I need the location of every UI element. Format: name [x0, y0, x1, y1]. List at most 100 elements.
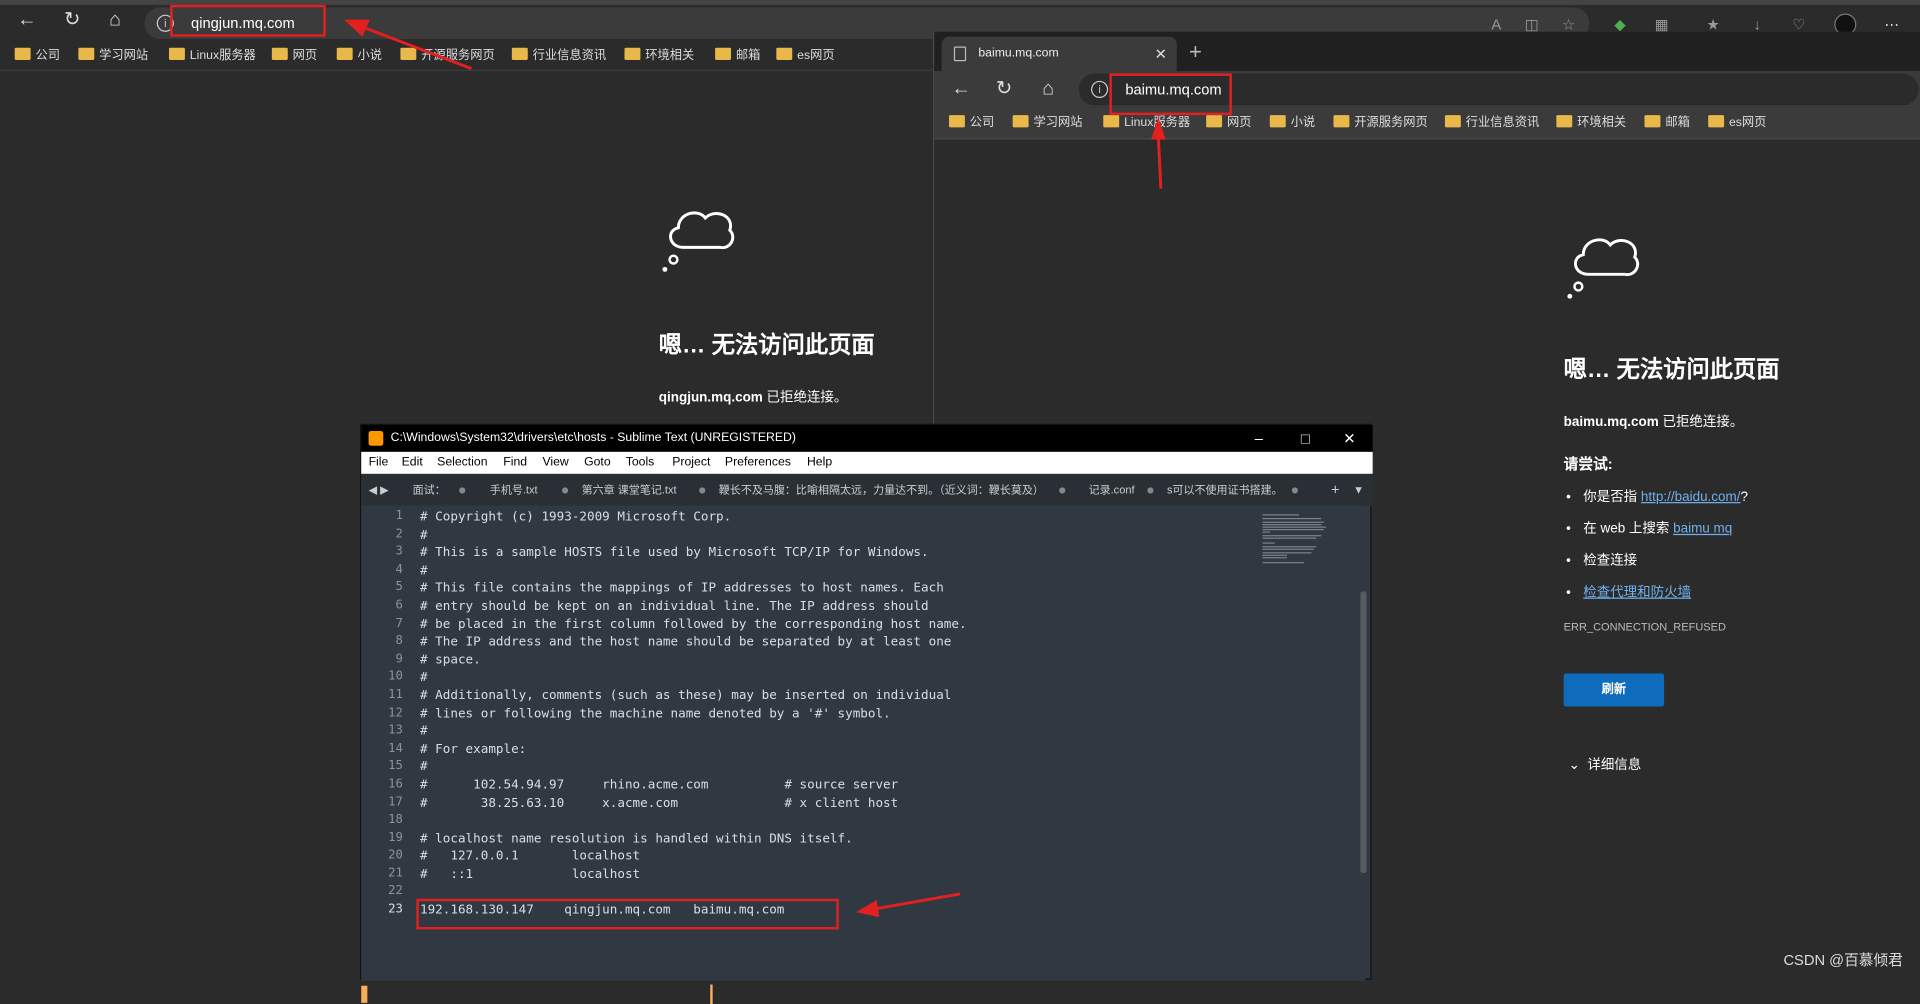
details-toggle[interactable]: ⌄ 详细信息: [1569, 754, 1642, 774]
code-line[interactable]: # 102.54.94.97 rhino.acme.com # source s…: [420, 776, 967, 794]
code-line[interactable]: #: [420, 669, 967, 687]
bookmark-folder[interactable]: 环境相关: [624, 47, 694, 67]
code-line[interactable]: # This file contains the mappings of IP …: [420, 580, 967, 598]
menu-selection[interactable]: Selection: [437, 452, 487, 474]
read-aloud-icon[interactable]: A: [1488, 16, 1505, 33]
bookmark-folder[interactable]: 网页: [271, 47, 317, 67]
bookmark-folder[interactable]: Linux服务器: [1103, 114, 1190, 134]
editor-tab[interactable]: 手机号.txt: [490, 474, 538, 506]
bookmark-folder[interactable]: 邮箱: [1644, 114, 1690, 134]
code-line[interactable]: # be placed in the first column followed…: [420, 615, 967, 633]
bookmark-folder[interactable]: es网页: [1708, 114, 1766, 134]
bookmark-folder[interactable]: 小说: [1269, 114, 1315, 134]
code-line[interactable]: # lines or following the machine name de…: [420, 705, 967, 723]
bookmark-folder[interactable]: 网页: [1206, 114, 1251, 134]
suggestion-link-baidu[interactable]: http://baidu.com/: [1641, 490, 1741, 505]
code-line[interactable]: # space.: [420, 651, 967, 669]
suggestion-link-proxy[interactable]: 检查代理和防火墙: [1583, 585, 1691, 600]
back-icon[interactable]: ←: [945, 73, 977, 105]
code-line[interactable]: #: [420, 526, 967, 544]
folder-icon: [1444, 115, 1461, 128]
csdn-watermark: CSDN @百慕倾君: [1783, 951, 1903, 969]
menu-project[interactable]: Project: [672, 452, 710, 474]
bookmark-folder[interactable]: 邮箱: [715, 47, 760, 67]
menu-file[interactable]: File: [369, 452, 389, 474]
bookmark-folder[interactable]: 环境相关: [1556, 114, 1626, 134]
code-line[interactable]: # Additionally, comments (such as these)…: [420, 687, 967, 705]
bookmark-folder[interactable]: 行业信息资讯: [1444, 114, 1539, 134]
editor-tab[interactable]: 面试：: [413, 474, 446, 506]
menu-tools[interactable]: Tools: [626, 452, 655, 474]
extensions-icon[interactable]: ▦: [1653, 16, 1670, 33]
code-line[interactable]: # Copyright (c) 1993-2009 Microsoft Corp…: [420, 508, 967, 526]
tab-list-icon[interactable]: ▼: [1353, 474, 1364, 506]
bookmark-folder[interactable]: 学习网站: [78, 47, 148, 67]
code-line[interactable]: # 127.0.0.1 localhost: [420, 848, 967, 866]
shield-icon[interactable]: ◆: [1611, 16, 1628, 33]
code-line[interactable]: # For example:: [420, 740, 967, 758]
unsaved-dot-icon: [1059, 487, 1066, 494]
new-tab-icon[interactable]: +: [1331, 474, 1340, 506]
line-number: 1: [395, 509, 403, 523]
vertical-scrollbar[interactable]: [1360, 591, 1367, 874]
favorites-icon[interactable]: ★: [1705, 16, 1722, 33]
maximize-icon[interactable]: □: [1282, 425, 1329, 452]
code-line[interactable]: [420, 812, 967, 830]
code-area[interactable]: # Copyright (c) 1993-2009 Microsoft Corp…: [420, 508, 967, 919]
menu-goto[interactable]: Goto: [584, 452, 611, 474]
editor-tab[interactable]: s可以不使用证书搭建。: [1167, 474, 1289, 506]
editor-tab[interactable]: 鞭长不及马腹：比喻相隔太远，力量达不到。（近义词：鞭长莫及）: [719, 474, 1044, 506]
refresh-button[interactable]: 刷新: [1563, 673, 1665, 707]
back-icon[interactable]: ←: [11, 5, 43, 37]
more-menu-icon[interactable]: ⋯: [1883, 16, 1900, 33]
right-error-box: 嗯… 无法访问此页面 baimu.mq.com 已拒绝连接。 请尝试: 你是否指…: [1564, 230, 1780, 633]
minimap[interactable]: [1262, 513, 1331, 567]
bookmark-folder[interactable]: 公司: [948, 114, 994, 134]
suggestion-link-search[interactable]: baimu mq: [1673, 522, 1732, 537]
downloads-icon[interactable]: ↓: [1749, 16, 1766, 33]
menu-edit[interactable]: Edit: [402, 452, 423, 474]
code-line[interactable]: # entry should be kept on an individual …: [420, 598, 967, 616]
code-line[interactable]: # localhost name resolution is handled w…: [420, 830, 967, 848]
close-icon[interactable]: ✕: [1326, 425, 1373, 452]
new-tab-icon[interactable]: +: [1189, 37, 1202, 66]
close-tab-icon[interactable]: ✕: [1155, 37, 1167, 71]
menu-find[interactable]: Find: [503, 452, 527, 474]
sublime-app-icon: [368, 431, 384, 446]
menu-view[interactable]: View: [542, 452, 568, 474]
code-line[interactable]: # 38.25.63.10 x.acme.com # x client host: [420, 794, 967, 812]
line-number: 16: [388, 777, 403, 791]
bookmark-folder[interactable]: 行业信息资讯: [511, 47, 606, 67]
code-line[interactable]: # This is a sample HOSTS file used by Mi…: [420, 544, 967, 562]
code-line[interactable]: #: [420, 758, 967, 776]
bookmark-folder[interactable]: Linux服务器: [168, 47, 256, 67]
refresh-icon[interactable]: ↻: [988, 73, 1020, 105]
split-screen-icon[interactable]: ◫: [1523, 16, 1540, 33]
code-line[interactable]: #: [420, 562, 967, 580]
right-error-description: baimu.mq.com 已拒绝连接。: [1563, 415, 1744, 430]
minimize-icon[interactable]: –: [1236, 425, 1283, 452]
home-icon[interactable]: ⌂: [1032, 73, 1064, 105]
bookmark-folder[interactable]: 学习网站: [1012, 114, 1082, 134]
bookmark-folder[interactable]: es网页: [776, 47, 835, 67]
menu-preferences[interactable]: Preferences: [725, 452, 791, 474]
editor-tab[interactable]: 第六章 课堂笔记.txt: [582, 474, 677, 506]
folder-icon: [1103, 115, 1120, 128]
bookmark-folder[interactable]: 小说: [336, 47, 382, 67]
folder-icon: [168, 47, 185, 61]
favorite-star-icon[interactable]: ☆: [1560, 16, 1577, 33]
home-icon[interactable]: ⌂: [99, 5, 131, 37]
editor-tab[interactable]: 记录.conf: [1089, 474, 1135, 506]
browser-tab[interactable]: baimu.mq.com ✕: [941, 36, 1177, 72]
refresh-icon[interactable]: ↻: [56, 5, 88, 37]
bookmark-folder[interactable]: 公司: [14, 47, 60, 67]
code-line[interactable]: # ::1 localhost: [420, 866, 967, 884]
code-line[interactable]: #: [420, 723, 967, 741]
bookmark-folder[interactable]: 开源服务网页: [400, 47, 495, 67]
tab-scroll-arrows-icon[interactable]: ◀ ▶: [369, 474, 389, 506]
bookmark-folder[interactable]: 开源服务网页: [1333, 114, 1428, 134]
code-line[interactable]: # The IP address and the host name shoul…: [420, 633, 967, 651]
performance-icon[interactable]: ♡: [1790, 16, 1807, 33]
info-icon[interactable]: i: [1091, 80, 1109, 98]
menu-help[interactable]: Help: [807, 452, 832, 474]
